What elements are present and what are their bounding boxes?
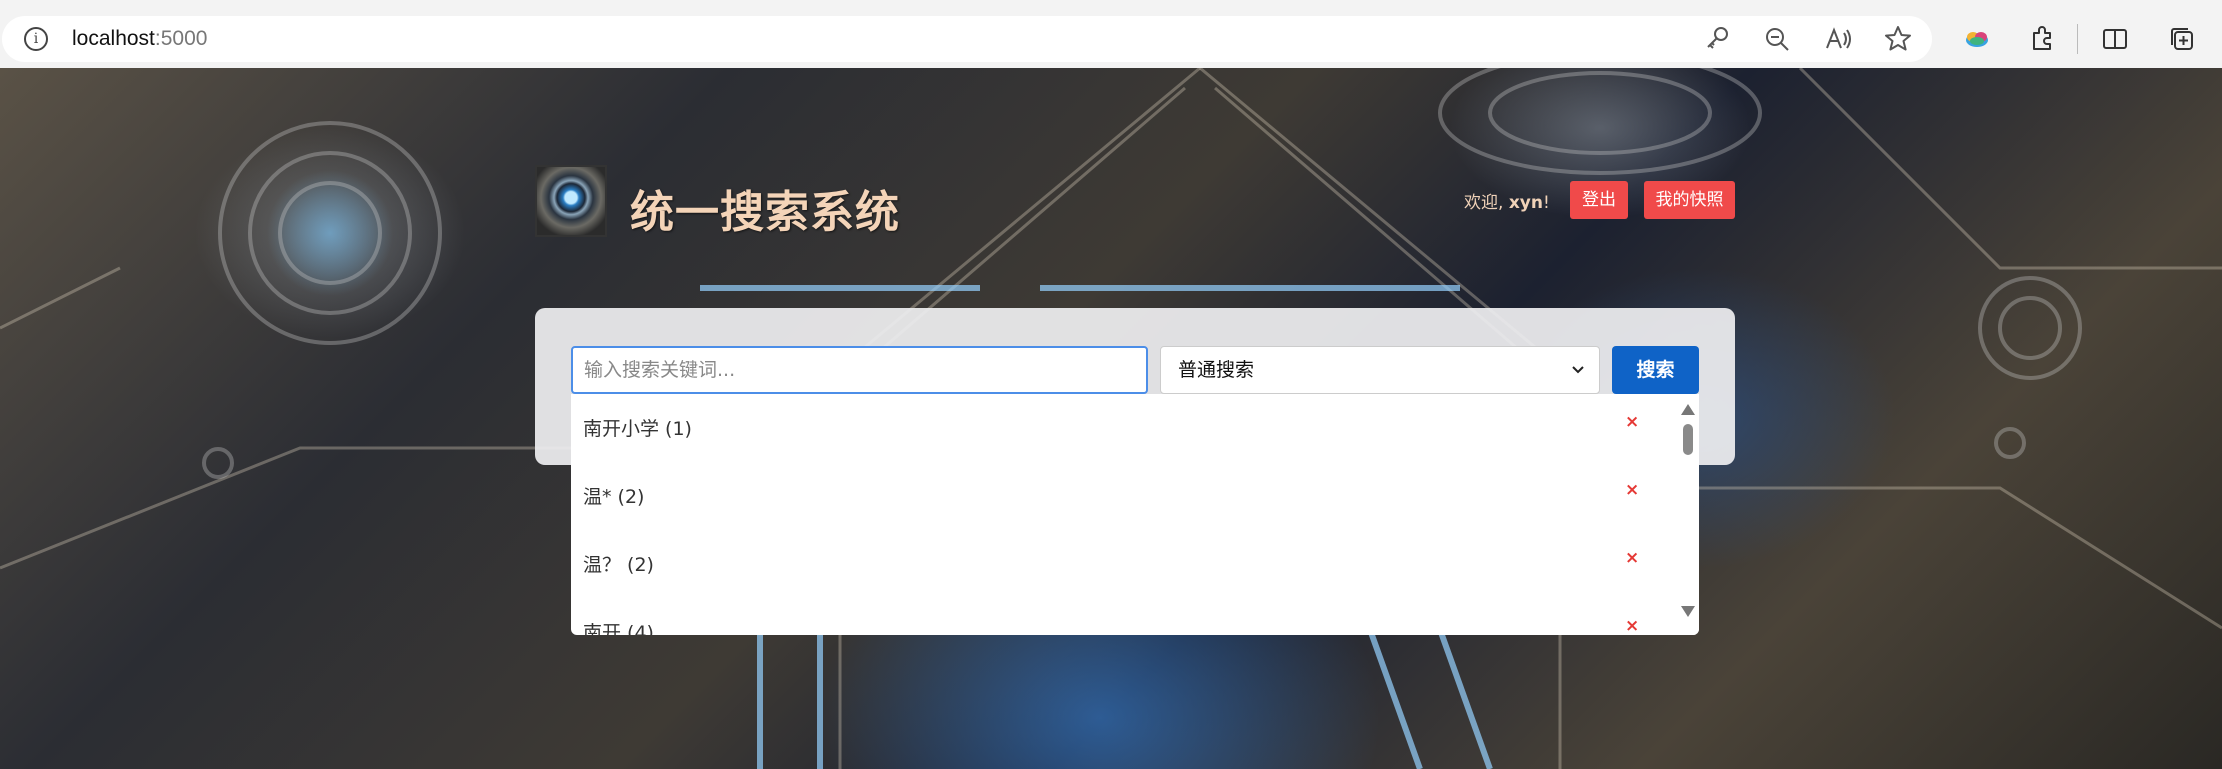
url-port: :5000: [154, 27, 208, 50]
copilot-icon[interactable]: [1961, 23, 1993, 55]
welcome-message: 欢迎, xyn!: [1464, 188, 1550, 213]
extensions-icon[interactable]: [2026, 23, 2058, 55]
site-logo: [535, 165, 607, 237]
split-screen-icon[interactable]: [2099, 23, 2131, 55]
scroll-up-arrow-icon[interactable]: [1681, 404, 1695, 415]
read-aloud-icon[interactable]: [1822, 23, 1854, 55]
toolbar-separator: [2077, 24, 2078, 54]
page-background: 统一搜索系统 欢迎, xyn! 登出 我的快照 普通搜索 搜索 南开小学 (1)…: [0, 68, 2222, 769]
history-item-text[interactable]: 南开 (4): [583, 618, 654, 635]
url-text[interactable]: localhost:5000: [72, 27, 207, 51]
address-bar[interactable]: i localhost:5000: [2, 16, 1932, 62]
history-item[interactable]: 南开小学 (1) ×: [571, 394, 1676, 462]
zoom-out-icon[interactable]: [1761, 23, 1793, 55]
collections-icon[interactable]: [2166, 23, 2198, 55]
history-item[interactable]: 温* (2) ×: [571, 462, 1676, 530]
scroll-down-arrow-icon[interactable]: [1681, 606, 1695, 617]
search-input[interactable]: [571, 346, 1148, 394]
welcome-suffix: !: [1542, 193, 1550, 213]
username: xyn: [1508, 193, 1543, 213]
history-item[interactable]: 温？ (2) ×: [571, 530, 1676, 598]
delete-history-icon[interactable]: ×: [1625, 480, 1639, 500]
welcome-prefix: 欢迎,: [1464, 193, 1509, 213]
history-item-text[interactable]: 温？ (2): [583, 550, 654, 577]
my-snapshots-button[interactable]: 我的快照: [1644, 181, 1735, 219]
search-button[interactable]: 搜索: [1612, 346, 1699, 394]
site-title: 统一搜索系统: [630, 187, 900, 238]
delete-history-icon[interactable]: ×: [1625, 412, 1639, 432]
dropdown-scrollbar[interactable]: [1676, 394, 1699, 635]
delete-history-icon[interactable]: ×: [1625, 548, 1639, 568]
search-mode-select[interactable]: 普通搜索: [1160, 346, 1600, 394]
favorite-star-icon[interactable]: [1882, 23, 1914, 55]
url-host: localhost: [72, 27, 155, 50]
logout-button[interactable]: 登出: [1570, 181, 1628, 219]
key-icon[interactable]: [1701, 23, 1733, 55]
delete-history-icon[interactable]: ×: [1625, 616, 1639, 635]
history-item-text[interactable]: 南开小学 (1): [583, 414, 692, 441]
history-item-text[interactable]: 温* (2): [583, 482, 644, 509]
browser-toolbar: i localhost:5000: [0, 0, 2222, 68]
scrollbar-thumb[interactable]: [1683, 424, 1693, 455]
search-mode-value: 普通搜索: [1178, 359, 1255, 381]
info-icon[interactable]: i: [24, 27, 48, 51]
history-item[interactable]: 南开 (4) ×: [571, 598, 1676, 635]
search-history-dropdown: 南开小学 (1) × 温* (2) × 温？ (2) × 南开 (4) ×: [571, 394, 1699, 635]
